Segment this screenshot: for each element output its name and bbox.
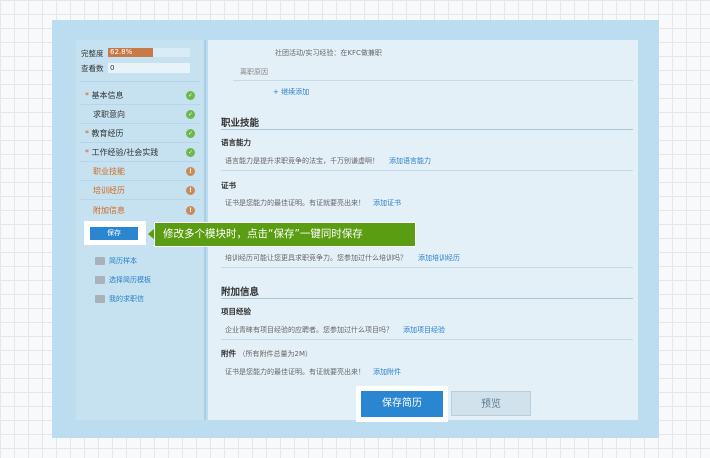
required-mark: * bbox=[85, 129, 89, 138]
sidebar-item-training[interactable]: 培训经历 bbox=[93, 185, 125, 196]
sidebar-divider bbox=[80, 180, 200, 181]
divider bbox=[221, 267, 633, 268]
sidebar-divider bbox=[80, 123, 200, 124]
add-more-experience-link[interactable]: + 继续添加 bbox=[273, 87, 309, 97]
add-language-link[interactable]: 添加语言能力 bbox=[389, 156, 431, 166]
add-training-link[interactable]: 添加培训经历 bbox=[418, 253, 460, 263]
sidebar-divider bbox=[80, 161, 200, 162]
document-icon bbox=[95, 257, 105, 265]
attachment-note: （所有附件总量为2M） bbox=[238, 350, 313, 358]
experience-line: 社团活动/实习经验：在KFC做兼职 bbox=[275, 49, 382, 57]
sidebar-item-label: 附加信息 bbox=[93, 206, 125, 215]
attachment-desc: 证书是您能力的最佳证明。有证就要亮出来！ bbox=[225, 368, 365, 376]
template-icon bbox=[95, 276, 105, 284]
sidebar-item-label: 培训经历 bbox=[93, 186, 125, 195]
section-divider bbox=[221, 129, 633, 130]
sidebar-item-label: 求职意向 bbox=[93, 110, 125, 119]
add-certificate-link[interactable]: 添加证书 bbox=[373, 198, 401, 208]
sidebar-item-basic-info[interactable]: * 基本信息 bbox=[85, 90, 124, 101]
completeness-value: 62.8% bbox=[110, 48, 133, 56]
sidebar-divider bbox=[80, 199, 200, 200]
check-circle-icon: ✓ bbox=[186, 148, 195, 157]
sidebar-divider bbox=[80, 104, 200, 105]
certificate-desc: 证书是您能力的最佳证明。有证就要亮出来！ bbox=[225, 199, 365, 207]
attachment-title: 附件 bbox=[221, 349, 236, 358]
save-tooltip: 修改多个模块时，点击“保存”一键同时保存 bbox=[154, 222, 416, 247]
sidebar-item-education[interactable]: * 教育经历 bbox=[85, 128, 124, 139]
check-circle-icon: ✓ bbox=[186, 110, 195, 119]
extra-section-title: 附加信息 bbox=[221, 287, 260, 298]
views-label: 查看数 bbox=[81, 64, 104, 73]
sidebar-divider bbox=[80, 81, 200, 82]
project-desc: 企业青睐有项目经验的应聘者。您参加过什么项目吗？ bbox=[225, 326, 393, 334]
exclamation-circle-icon: ! bbox=[186, 167, 195, 176]
skills-section-title: 职业技能 bbox=[221, 118, 260, 129]
sidebar-item-label: 工作经验/社会实践 bbox=[91, 148, 159, 157]
leave-reason-label: 离职原因 bbox=[240, 68, 268, 76]
sidebar-item-job-intention[interactable]: 求职意向 bbox=[93, 109, 125, 120]
sidebar-item-extra-info[interactable]: 附加信息 bbox=[93, 205, 125, 216]
views-box bbox=[108, 63, 190, 73]
completeness-label: 完整度 bbox=[81, 49, 104, 58]
letter-icon bbox=[95, 295, 105, 303]
resume-sample-link[interactable]: 简历样本 bbox=[109, 256, 137, 266]
exclamation-circle-icon: ! bbox=[186, 186, 195, 195]
sidebar-item-skills[interactable]: 职业技能 bbox=[93, 166, 125, 177]
attachment-heading: 附件 （所有附件总量为2M） bbox=[221, 348, 312, 359]
add-project-link[interactable]: 添加项目经验 bbox=[403, 325, 445, 335]
choose-template-link[interactable]: 选择简历模板 bbox=[109, 275, 151, 285]
add-more-label: 继续添加 bbox=[281, 88, 310, 96]
sidebar-item-label: 职业技能 bbox=[93, 167, 125, 176]
save-resume-button[interactable]: 保存简历 bbox=[361, 391, 443, 417]
required-mark: * bbox=[85, 91, 89, 100]
check-circle-icon: ✓ bbox=[186, 129, 195, 138]
language-title: 语言能力 bbox=[221, 138, 251, 147]
cover-letter-link[interactable]: 我的求职信 bbox=[109, 294, 144, 304]
required-mark: * bbox=[85, 148, 89, 157]
divider bbox=[221, 170, 633, 171]
sidebar-divider bbox=[80, 142, 200, 143]
plus-icon: + bbox=[273, 88, 279, 96]
divider bbox=[233, 80, 633, 81]
preview-button[interactable]: 预览 bbox=[451, 391, 531, 416]
sidebar-item-label: 基本信息 bbox=[91, 91, 124, 100]
project-title: 项目经验 bbox=[221, 307, 251, 316]
divider bbox=[221, 339, 633, 340]
sidebar-item-work-experience[interactable]: * 工作经验/社会实践 bbox=[85, 147, 158, 158]
language-desc: 语言能力是提升求职竞争的法宝，千万别谦虚啊！ bbox=[225, 157, 379, 165]
section-divider bbox=[221, 298, 633, 299]
training-desc: 培训经历可能让您更具求职竞争力。您参加过什么培训吗？ bbox=[225, 254, 407, 262]
sidebar-save-button[interactable]: 保存 bbox=[90, 227, 138, 240]
add-attachment-link[interactable]: 添加附件 bbox=[373, 367, 401, 377]
exclamation-circle-icon: ! bbox=[186, 206, 195, 215]
check-circle-icon: ✓ bbox=[186, 91, 195, 100]
views-value: 0 bbox=[110, 64, 115, 72]
certificate-title: 证书 bbox=[221, 181, 236, 190]
sidebar-item-label: 教育经历 bbox=[91, 129, 124, 138]
